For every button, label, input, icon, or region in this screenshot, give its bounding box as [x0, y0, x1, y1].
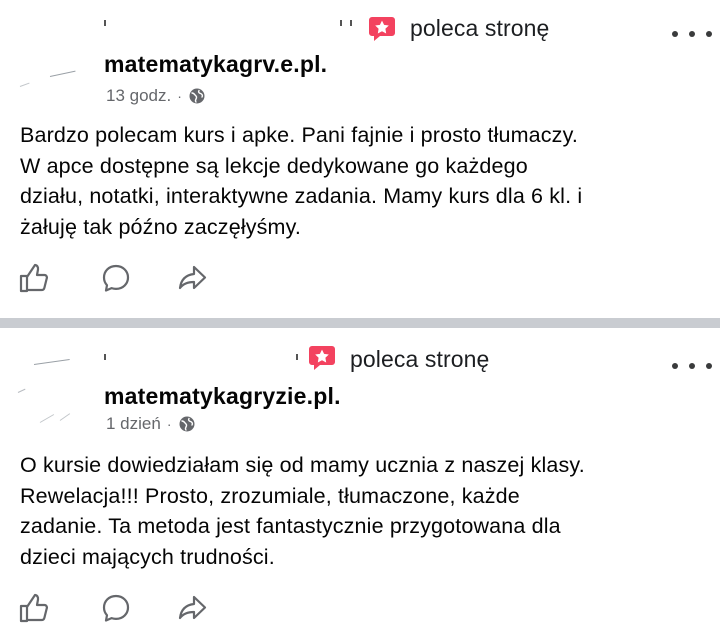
recommend-label: poleca stronę	[350, 346, 490, 372]
share-button[interactable]	[176, 262, 208, 294]
like-icon	[19, 593, 48, 623]
page-name-link[interactable]: matematykagrv.e.pl.	[104, 51, 327, 78]
post-timestamp[interactable]: 13 godz.	[106, 86, 171, 106]
share-icon	[178, 265, 207, 290]
author-name-redacted[interactable]	[104, 20, 354, 26]
post-text-line: Rewelacja!!! Prosto, zrozumiale, tłumacz…	[20, 483, 520, 508]
post-text-line: Bardzo polecam kurs i apke. Pani fajnie …	[20, 123, 578, 147]
post-text-line: O kursie dowiedziałam się od mamy ucznia…	[20, 453, 585, 477]
post-text-line: dzieci mających trudności.	[20, 544, 275, 569]
globe-icon	[179, 416, 194, 432]
post-text-line: żałuję tak późno zaczęłyśmy.	[20, 214, 302, 239]
post-meta: 1 dzień ·	[106, 414, 196, 434]
recommend-star-icon	[369, 17, 395, 41]
recommend-star-icon	[309, 346, 335, 370]
post-card-1: poleca stronę matematykagrv.e.pl. 13 god…	[0, 0, 720, 318]
more-dot-icon	[672, 363, 678, 369]
author-name-redacted[interactable]	[104, 354, 304, 360]
comment-button[interactable]	[100, 262, 132, 294]
more-dot-icon	[689, 363, 695, 369]
like-button[interactable]	[18, 592, 50, 624]
post-text-line: zadanie. Ta metoda jest fantastycznie pr…	[20, 514, 561, 538]
share-icon	[178, 595, 207, 620]
post-text-line: W apce dostępne są lekcje dedykowane go …	[20, 153, 528, 178]
post-text-line: działu, notatki, interaktywne zadania. M…	[20, 184, 583, 208]
more-dot-icon	[672, 31, 678, 37]
meta-separator: ·	[177, 88, 182, 104]
post-text: O kursie dowiedziałam się od mamy ucznia…	[20, 450, 710, 572]
like-icon	[19, 263, 48, 293]
avatar[interactable]	[16, 342, 92, 423]
globe-icon	[189, 88, 205, 104]
post-meta: 13 godz. ·	[106, 86, 206, 106]
page-name-link[interactable]: matematykagryzie.pl.	[104, 383, 341, 410]
meta-separator: ·	[166, 416, 172, 432]
more-dot-icon	[689, 31, 695, 37]
post-timestamp[interactable]: 1 dzień	[106, 414, 161, 434]
comment-icon	[102, 264, 130, 292]
comment-button[interactable]	[100, 592, 132, 624]
more-options-button[interactable]	[672, 24, 712, 44]
more-options-button[interactable]	[672, 356, 712, 376]
recommend-label: poleca stronę	[410, 15, 550, 41]
post-card-2: poleca stronę matematykagryzie.pl. 1 dzi…	[0, 328, 720, 632]
more-dot-icon	[706, 363, 712, 369]
comment-icon	[102, 594, 130, 622]
like-button[interactable]	[18, 262, 50, 294]
post-separator	[0, 318, 720, 328]
post-text: Bardzo polecam kurs i apke. Pani fajnie …	[20, 120, 710, 242]
more-dot-icon	[706, 31, 712, 37]
avatar[interactable]	[16, 14, 92, 90]
share-button[interactable]	[176, 592, 208, 624]
